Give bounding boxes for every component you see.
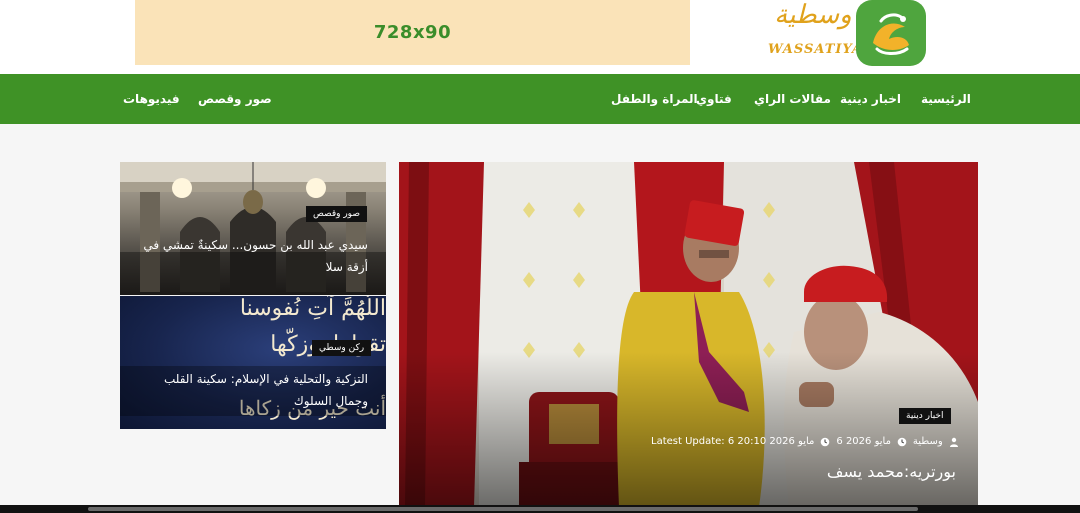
featured-meta: Latest Update: 6 مايو 2026 20:10 6 مايو …	[651, 436, 959, 447]
article-category-tag[interactable]: ركن وسطي	[312, 340, 372, 356]
article-category-tag[interactable]: صور وقصص	[306, 206, 367, 222]
side-article-card[interactable]: اللَّهُمَّ آتِ نُفوسنا تقواها، وزكّها أن…	[120, 296, 386, 429]
nav-item-fatwas[interactable]: فتاوي	[696, 74, 732, 124]
logo-text-latin: WASSATIYA	[768, 42, 864, 57]
featured-title[interactable]: بورتريه:محمد يسف	[827, 462, 956, 481]
updated-date: Latest Update: 6 مايو 2026 20:10	[651, 436, 815, 447]
publish-date: 6 مايو 2026	[836, 436, 891, 447]
article-title[interactable]: سيدي عبد الله بن حسون... سكينةٌ تمشي في …	[133, 234, 368, 278]
logo-text-arabic: وسطية	[774, 0, 852, 30]
featured-article-image	[399, 162, 978, 507]
clock-icon	[820, 437, 830, 447]
featured-article[interactable]: اخبار دينية Latest Update: 6 مايو 2026 2…	[399, 162, 978, 507]
nav-item-woman-child[interactable]: المراة والطفل	[611, 74, 698, 124]
main-navigation: الرئيسية اخبار دينية مقالات الراي فتاوي …	[0, 74, 1080, 124]
article-title[interactable]: التزكية والتحلية في الإسلام: سكينة القلب…	[133, 368, 368, 412]
ad-banner-label: 728x90	[373, 22, 452, 43]
side-article-card[interactable]: صور وقصص سيدي عبد الله بن حسون... سكينةٌ…	[120, 162, 386, 295]
nav-item-opinion[interactable]: مقالات الراي	[754, 74, 831, 124]
clock-icon	[897, 437, 907, 447]
site-logo[interactable]: وسطية WASSATIYA	[768, 0, 928, 66]
logo-mark-icon	[856, 0, 926, 66]
nav-item-videos[interactable]: فيديوهات	[123, 74, 180, 124]
nav-item-religious-news[interactable]: اخبار دينية	[840, 74, 901, 124]
nav-item-photos-stories[interactable]: صور وقصص	[198, 74, 272, 124]
author-name[interactable]: وسطية	[913, 436, 943, 447]
scrollbar-thumb[interactable]	[88, 507, 918, 511]
nav-item-home[interactable]: الرئيسية	[921, 74, 971, 124]
site-header: 728x90 وسطية WASSATIYA	[0, 0, 1080, 74]
user-icon	[949, 437, 959, 447]
calligraphy-line: اللَّهُمَّ آتِ نُفوسنا	[239, 296, 386, 321]
ad-banner[interactable]: 728x90	[135, 0, 690, 65]
featured-category-tag[interactable]: اخبار دينية	[899, 408, 951, 424]
